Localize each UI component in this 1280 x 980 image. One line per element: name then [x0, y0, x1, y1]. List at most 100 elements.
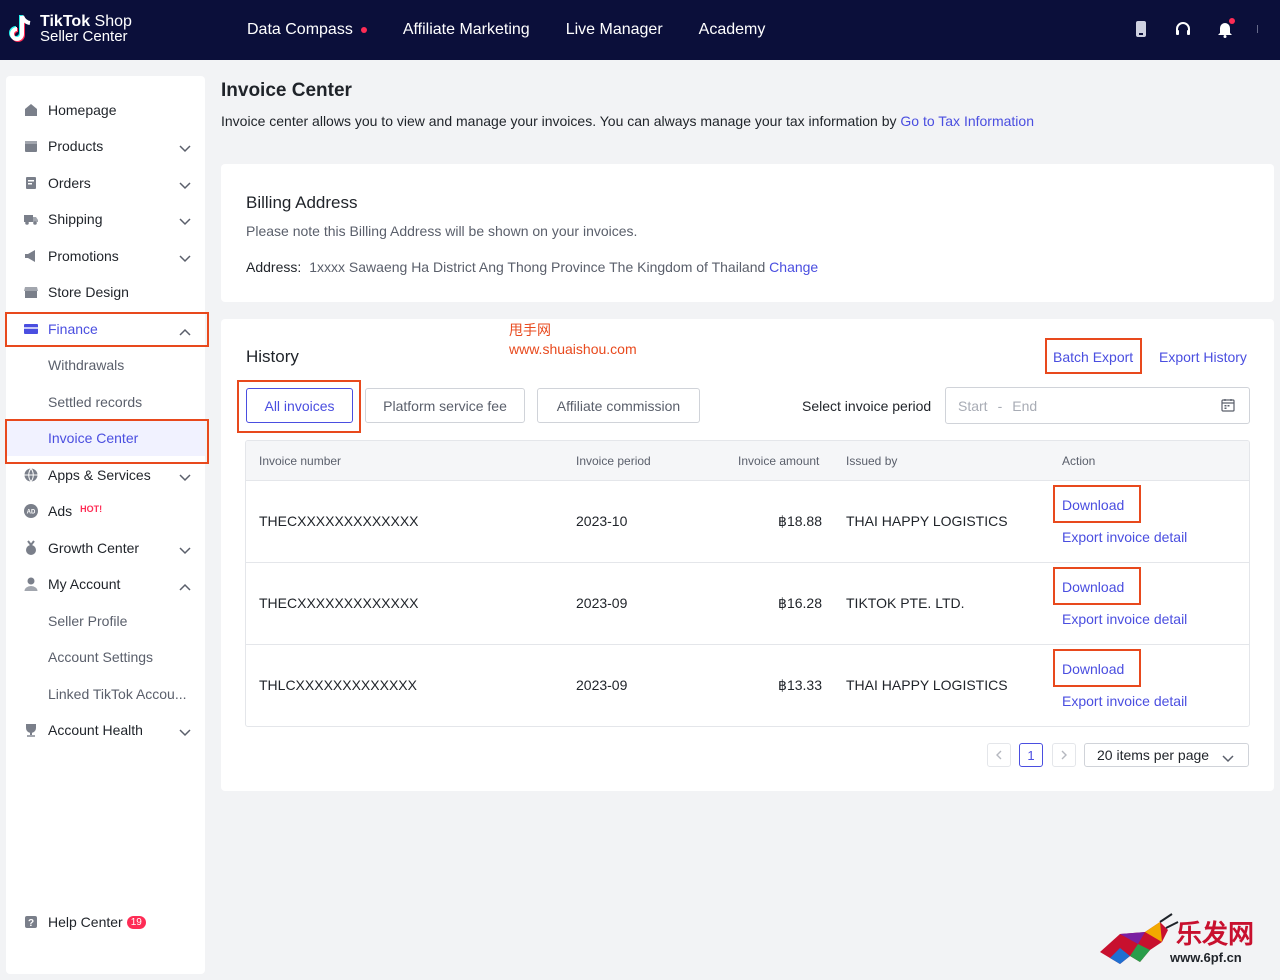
chevron-up-icon	[179, 323, 191, 339]
medal-icon	[22, 539, 40, 557]
page-title: Invoice Center	[221, 80, 352, 101]
sidebar-item-label: Orders	[48, 175, 91, 191]
sidebar-item-settled-records[interactable]: Settled records	[6, 384, 205, 420]
sidebar-item-label: Linked TikTok Accou...	[48, 686, 187, 702]
chevron-down-icon	[179, 469, 191, 485]
tab-all-invoices[interactable]: All invoices	[246, 388, 353, 423]
nav-live-manager[interactable]: Live Manager	[566, 21, 663, 39]
sidebar-item-label: My Account	[48, 576, 121, 592]
bull-logo-icon	[1100, 913, 1179, 964]
mobile-phone-icon[interactable]	[1131, 18, 1151, 40]
sidebar-item-invoice-center[interactable]: Invoice Center	[6, 420, 205, 456]
issued-by: TIKTOK PTE. LTD.	[846, 595, 965, 611]
previous-page-button[interactable]	[987, 743, 1011, 767]
sidebar-item-help-center[interactable]: ? Help Center 19	[6, 904, 205, 940]
user-icon	[22, 575, 40, 593]
sidebar-item-label: Invoice Center	[48, 430, 139, 446]
download-button[interactable]: Download	[1062, 497, 1124, 513]
sidebar-item-account-health[interactable]: Account Health	[6, 712, 205, 748]
next-page-button[interactable]	[1052, 743, 1076, 767]
change-address-link[interactable]: Change	[769, 259, 818, 275]
chevron-down-icon	[179, 213, 191, 229]
tiktok-shop-logo[interactable]: TikTok Shop Seller Center	[8, 14, 132, 44]
billing-address-card: Billing Address Please note this Billing…	[221, 164, 1274, 302]
export-invoice-detail-button[interactable]: Export invoice detail	[1062, 693, 1187, 709]
sidebar-item-my-account[interactable]: My Account	[6, 566, 205, 602]
sidebar-item-label: Account Health	[48, 722, 143, 738]
column-header: Invoice number	[259, 454, 342, 468]
nav-data-compass[interactable]: Data Compass	[247, 21, 367, 39]
sidebar-item-label: Promotions	[48, 248, 119, 264]
tab-affiliate-commission[interactable]: Affiliate commission	[537, 388, 700, 423]
sidebar-item-label: Growth Center	[48, 540, 140, 556]
headset-icon[interactable]	[1173, 18, 1193, 40]
sidebar-item-label: Settled records	[48, 394, 143, 410]
document-icon	[22, 174, 40, 192]
address-value: 1xxxx Sawaeng Ha District Ang Thong Prov…	[309, 259, 770, 275]
hot-badge: HOT!	[80, 504, 103, 514]
chevron-down-icon	[179, 140, 191, 156]
issued-by: THAI HAPPY LOGISTICS	[846, 513, 1008, 529]
download-button[interactable]: Download	[1062, 661, 1124, 677]
invoice-number: THECXXXXXXXXXXXXX	[259, 513, 419, 529]
export-invoice-detail-button[interactable]: Export invoice detail	[1062, 611, 1187, 627]
history-title: History	[246, 347, 299, 366]
watermark-url: www.shuaishou.com	[509, 341, 637, 357]
sidebar-item-products[interactable]: Products	[6, 128, 205, 164]
invoice-table: Invoice number Invoice period Invoice am…	[245, 440, 1250, 727]
billing-address: Address: 1xxxx Sawaeng Ha District Ang Th…	[246, 259, 818, 275]
sidebar-item-store-design[interactable]: Store Design	[6, 274, 205, 310]
sidebar-item-ads[interactable]: AD Ads HOT!	[6, 493, 205, 529]
notification-dot	[1229, 18, 1235, 24]
batch-export-button[interactable]: Batch Export	[1053, 349, 1133, 365]
range-separator: -	[997, 397, 1003, 414]
corner-watermark-text: 乐发网	[1176, 920, 1255, 950]
sidebar-item-label: Finance	[48, 321, 98, 337]
sidebar-item-promotions[interactable]: Promotions	[6, 238, 205, 274]
column-header: Invoice amount	[738, 454, 820, 468]
table-row: THLCXXXXXXXXXXXXX 2023-09 ฿13.33 THAI HA…	[246, 644, 1249, 726]
sidebar-item-account-settings[interactable]: Account Settings	[6, 639, 205, 675]
sidebar-item-shipping[interactable]: Shipping	[6, 201, 205, 237]
svg-text:AD: AD	[27, 510, 36, 516]
tab-platform-service-fee[interactable]: Platform service fee	[365, 388, 525, 423]
table-row: THECXXXXXXXXXXXXX 2023-09 ฿16.28 TIKTOK …	[246, 562, 1249, 644]
issued-by: THAI HAPPY LOGISTICS	[846, 677, 1008, 693]
top-nav: Data Compass Affiliate Marketing Live Ma…	[247, 0, 801, 60]
address-label: Address:	[246, 259, 302, 275]
ad-icon: AD	[22, 502, 40, 520]
sidebar-item-growth-center[interactable]: Growth Center	[6, 530, 205, 566]
sidebar-item-withdrawals[interactable]: Withdrawals	[6, 347, 205, 383]
invoice-period-range-picker[interactable]: Start - End	[945, 387, 1250, 424]
invoice-number: THECXXXXXXXXXXXXX	[259, 595, 419, 611]
go-to-tax-information-link[interactable]: Go to Tax Information	[900, 113, 1034, 129]
history-card: History 甩手网 www.shuaishou.com Batch Expo…	[221, 319, 1274, 791]
chevron-down-icon	[1222, 750, 1234, 766]
sidebar-item-orders[interactable]: Orders	[6, 165, 205, 201]
export-history-button[interactable]: Export History	[1159, 349, 1247, 365]
calendar-icon	[1221, 398, 1235, 415]
page-size-select[interactable]: 20 items per page	[1084, 743, 1249, 767]
sidebar-item-apps-services[interactable]: Apps & Services	[6, 457, 205, 493]
nav-affiliate-marketing[interactable]: Affiliate Marketing	[403, 21, 530, 39]
tiktok-logo-icon	[8, 14, 34, 44]
truck-icon	[22, 210, 40, 228]
sidebar-item-finance[interactable]: Finance	[6, 311, 205, 347]
bell-icon[interactable]	[1215, 18, 1235, 40]
trophy-icon	[22, 721, 40, 739]
watermark-text: 甩手网	[509, 322, 551, 338]
sidebar-item-linked-tiktok-account[interactable]: Linked TikTok Accou...	[6, 676, 205, 712]
sidebar-item-seller-profile[interactable]: Seller Profile	[6, 603, 205, 639]
sidebar: Homepage Products Orders Shipping Promot…	[6, 76, 205, 974]
sidebar-item-homepage[interactable]: Homepage	[6, 92, 205, 128]
divider	[1257, 25, 1258, 33]
page-number-button[interactable]: 1	[1019, 743, 1043, 767]
sidebar-item-label: Seller Profile	[48, 613, 128, 629]
nav-academy[interactable]: Academy	[699, 21, 766, 39]
download-button[interactable]: Download	[1062, 579, 1124, 595]
globe-icon	[22, 466, 40, 484]
sidebar-item-label: Apps & Services	[48, 467, 151, 483]
invoice-number: THLCXXXXXXXXXXXXX	[259, 677, 417, 693]
sidebar-item-label: Store Design	[48, 284, 129, 300]
export-invoice-detail-button[interactable]: Export invoice detail	[1062, 529, 1187, 545]
